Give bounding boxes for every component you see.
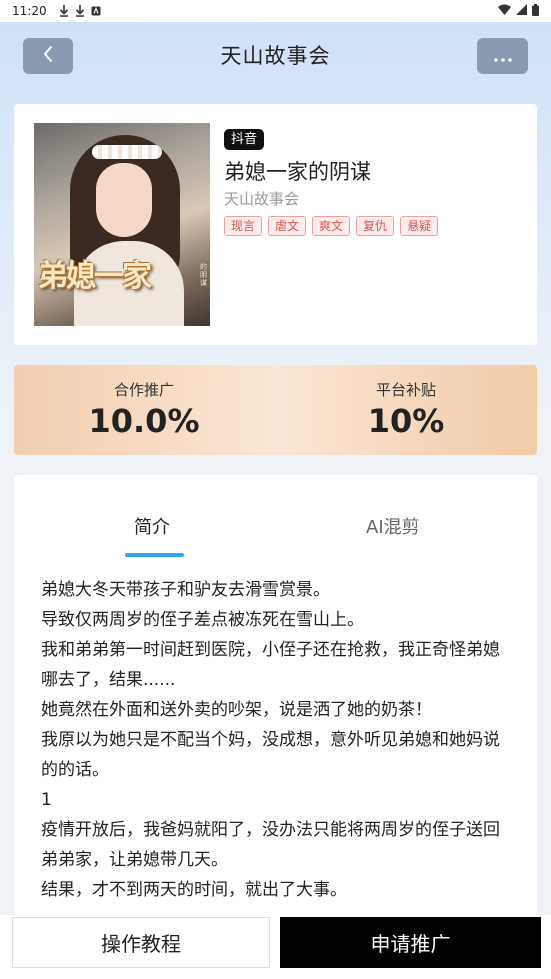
book-author: 天山故事会 [224,190,300,208]
notification-icons [59,5,101,17]
cover-figure-face [96,163,152,237]
tab-active-indicator [125,553,184,557]
promo-panel: 合作推广 10.0% 平台补贴 10% [14,365,537,455]
status-left: 11:20 [12,4,101,18]
cover-author-text: 天山故事会 作品 [96,296,148,304]
tab-ai-clip[interactable]: AI混剪 [366,513,420,539]
subsidy-stat: 平台补贴 10% [306,379,506,440]
intro-paragraph: 导致仅两周岁的侄子差点被冻死在雪山上。 [41,610,364,630]
cover-title-art: 弟媳一家 [38,259,152,294]
cover-side-text: 的阴谋 [200,263,207,287]
intro-text: 弟媳大冬天带孩子和驴友去滑雪赏景。 导致仅两周岁的侄子差点被冻死在雪山上。 我和… [41,575,511,905]
coop-value: 10.0% [88,402,200,440]
coop-label: 合作推广 [113,381,174,399]
download-icon [75,5,85,17]
status-bar: 11:20 [0,0,551,22]
tag-list: 现言 虐文 爽文 复仇 悬疑 [224,216,439,236]
intro-paragraph: 我和弟弟第一时间赶到医院，小侄子还在抢救，我正奇怪弟媳哪去了，结果...... [41,640,500,690]
content-panel: 简介 AI混剪 弟媳大冬天带孩子和驴友去滑雪赏景。 导致仅两周岁的侄子差点被冻死… [14,475,537,915]
tag: 爽文 [312,216,351,236]
nav-bar: 天山故事会 [0,22,551,86]
book-cover[interactable]: 弟媳一家 天山故事会 作品 的阴谋 [34,123,210,326]
more-horizontal-icon [493,47,512,66]
intro-paragraph: 我原以为她只是不配当个妈，没成想，意外听见弟媳和她妈说的的话。 [41,730,500,780]
signal-icon [516,4,527,18]
platform-badge: 抖音 [224,129,265,150]
tag: 现言 [224,216,263,236]
page-title: 天山故事会 [220,44,331,68]
intro-paragraph: 1 [41,790,52,810]
intro-paragraph: 她竟然在外面和送外卖的吵架，说是洒了她的奶茶！ [41,700,432,720]
cover-flower-crown [92,145,162,159]
more-button[interactable] [477,38,528,74]
tag: 复仇 [356,216,395,236]
status-right [498,3,539,19]
tab-intro[interactable]: 简介 [134,513,170,539]
intro-paragraph: 结果，才不到两天的时间，就出了大事。 [41,880,347,900]
tag: 悬疑 [400,216,439,236]
intro-paragraph: 疫情开放后，我爸妈就阳了，没办法只能将两周岁的侄子送回弟弟家，让弟媳带几天。 [41,820,500,870]
apply-promotion-button[interactable]: 申请推广 [280,917,541,968]
status-time: 11:20 [12,4,47,18]
battery-icon [532,3,539,19]
subsidy-label: 平台补贴 [375,381,436,399]
app-notification-icon [91,5,101,17]
book-title: 弟媳一家的阴谋 [224,160,371,184]
book-card: 弟媳一家 天山故事会 作品 的阴谋 抖音 弟媳一家的阴谋 天山故事会 现言 虐文… [14,104,537,345]
intro-paragraph: 弟媳大冬天带孩子和驴友去滑雪赏景。 [41,580,330,600]
download-icon [59,5,69,17]
wifi-icon [498,4,511,18]
subsidy-value: 10% [367,402,445,440]
coop-promo-stat: 合作推广 10.0% [44,379,244,440]
bottom-action-bar: 操作教程 申请推广 [0,915,551,979]
tutorial-button[interactable]: 操作教程 [12,917,270,968]
tag: 虐文 [268,216,307,236]
